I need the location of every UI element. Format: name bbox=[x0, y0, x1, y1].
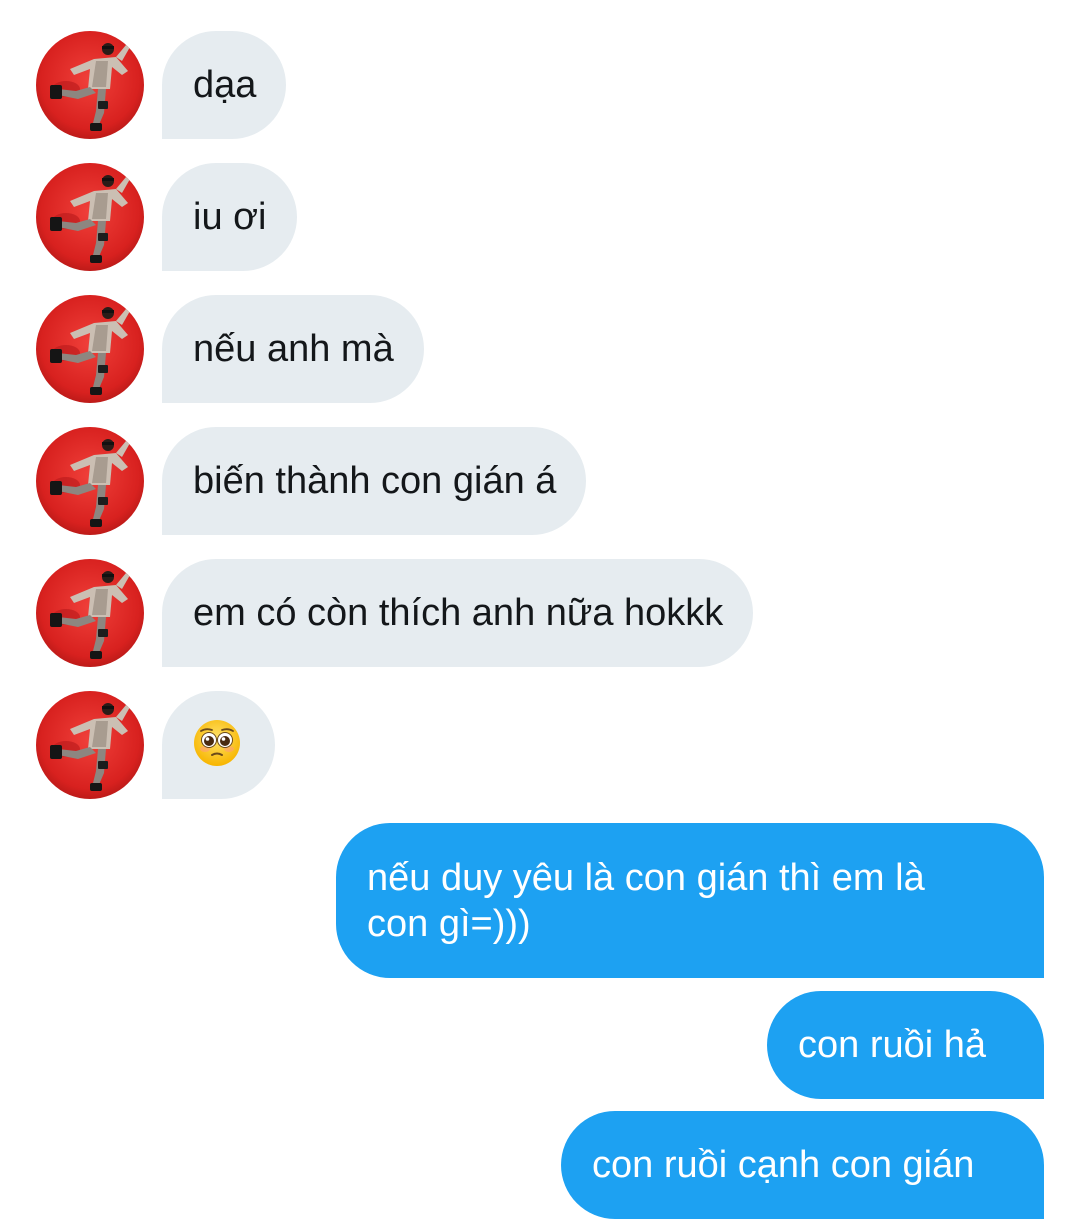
message-bubble-outgoing[interactable]: nếu duy yêu là con gián thì em là con gì… bbox=[336, 823, 1044, 978]
message-bubble-outgoing[interactable]: con ruồi cạnh con gián bbox=[561, 1111, 1044, 1219]
message-row-incoming: dạa bbox=[0, 31, 1079, 139]
message-row-incoming: iu ơi bbox=[0, 163, 1079, 271]
pleading-face-emoji-icon bbox=[193, 719, 241, 767]
message-row-incoming: em có còn thích anh nữa hokkk bbox=[0, 559, 1079, 667]
message-row-incoming: nếu anh mà bbox=[0, 295, 1079, 403]
message-line: nếu duy yêu là con gián thì em là bbox=[367, 857, 925, 899]
avatar[interactable] bbox=[36, 31, 144, 139]
message-bubble-incoming[interactable]: nếu anh mà bbox=[162, 295, 424, 403]
message-bubble-incoming[interactable]: biến thành con gián á bbox=[162, 427, 587, 535]
message-bubble-outgoing[interactable]: con ruồi hả bbox=[767, 991, 1044, 1099]
message-row-incoming bbox=[0, 691, 1079, 799]
message-line: con gì=))) bbox=[367, 903, 531, 945]
message-bubble-incoming[interactable] bbox=[162, 691, 275, 799]
message-bubble-incoming[interactable]: em có còn thích anh nữa hokkk bbox=[162, 559, 754, 667]
avatar[interactable] bbox=[36, 691, 144, 799]
message-bubble-incoming[interactable]: dạa bbox=[162, 31, 287, 139]
message-row-incoming: biến thành con gián á bbox=[0, 427, 1079, 535]
message-bubble-incoming[interactable]: iu ơi bbox=[162, 163, 297, 271]
avatar[interactable] bbox=[36, 427, 144, 535]
avatar[interactable] bbox=[36, 295, 144, 403]
avatar[interactable] bbox=[36, 559, 144, 667]
avatar[interactable] bbox=[36, 163, 144, 271]
